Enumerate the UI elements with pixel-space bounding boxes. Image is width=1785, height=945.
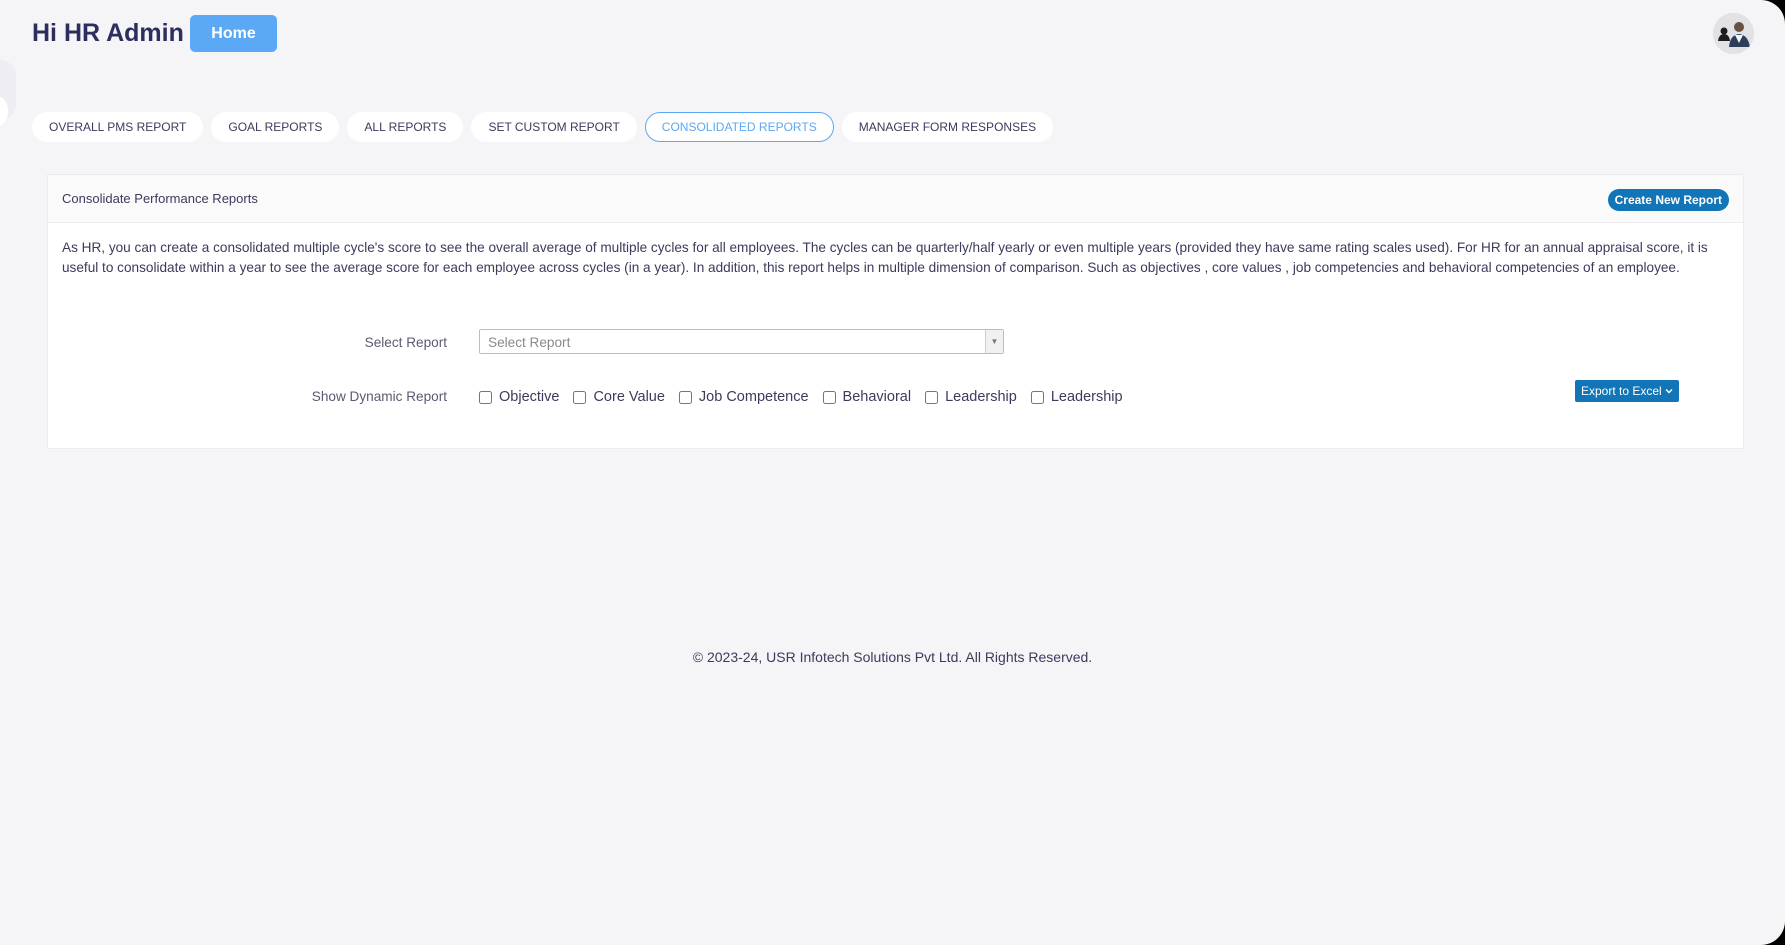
behavioral-option[interactable]: Behavioral <box>822 389 912 405</box>
triangle-down-icon: ▼ <box>985 330 1003 353</box>
export-to-excel-button[interactable]: Export to Excel <box>1575 380 1679 402</box>
leadership-label: Leadership <box>945 389 1017 405</box>
job-competence-label: Job Competence <box>698 389 809 405</box>
card-description: As HR, you can create a consolidated mul… <box>62 240 1708 275</box>
objective-option[interactable]: Objective <box>479 389 559 405</box>
behavioral-checkbox[interactable] <box>822 390 836 404</box>
leadership-label-2: Leadership <box>1050 389 1123 405</box>
core-value-checkbox[interactable] <box>573 390 587 404</box>
tab-overall-pms-report[interactable]: OVERALL PMS REPORT <box>32 112 204 142</box>
core-value-option[interactable]: Core Value <box>573 389 665 405</box>
leadership-checkbox[interactable] <box>925 390 939 404</box>
tab-set-custom-report[interactable]: SET CUSTOM REPORT <box>471 112 637 142</box>
tab-consolidated-reports[interactable]: CONSOLIDATED REPORTS <box>644 112 834 142</box>
footer-copyright: © 2023-24, USR Infotech Solutions Pvt Lt… <box>692 649 1093 665</box>
objective-label: Objective <box>499 389 560 405</box>
tab-all-reports[interactable]: ALL REPORTS <box>347 112 464 142</box>
export-label: Export to Excel <box>1581 384 1662 398</box>
page-greeting: Hi HR Admin <box>32 19 184 47</box>
home-button[interactable]: Home <box>190 15 277 52</box>
job-competence-option[interactable]: Job Competence <box>678 389 809 405</box>
objective-checkbox[interactable] <box>479 390 492 404</box>
show-dynamic-report-label: Show Dynamic Report <box>311 389 447 404</box>
report-tabs: OVERALL PMS REPORT GOAL REPORTS ALL REPO… <box>32 112 1054 142</box>
leadership-option-2[interactable]: Leadership <box>1030 389 1123 405</box>
create-new-report-button[interactable]: Create New Report <box>1607 189 1729 211</box>
tab-goal-reports[interactable]: GOAL REPORTS <box>211 112 340 142</box>
job-competence-checkbox[interactable] <box>678 390 692 404</box>
leadership-checkbox-2[interactable] <box>1030 390 1044 404</box>
chevron-down-icon <box>1665 389 1673 394</box>
dynamic-report-options: Objective Core Value Job Competence Beha… <box>479 389 1123 405</box>
select-report-dropdown[interactable]: Select Report ▼ <box>479 329 1004 354</box>
core-value-label: Core Value <box>593 389 665 405</box>
card-title: Consolidate Performance Reports <box>62 191 258 206</box>
user-avatar-icon <box>1713 13 1754 54</box>
tab-manager-form-responses[interactable]: MANAGER FORM RESPONSES <box>841 112 1054 142</box>
avatar[interactable] <box>1713 13 1754 54</box>
select-report-label: Select Report <box>364 335 447 350</box>
consolidated-report-card: Consolidate Performance Reports Create N… <box>47 174 1744 449</box>
select-report-placeholder: Select Report <box>488 335 571 350</box>
page: Hi HR Admin Home OVERALL PMS REPORT GOAL… <box>0 0 1785 945</box>
card-header: Consolidate Performance Reports Create N… <box>48 175 1743 223</box>
leadership-option[interactable]: Leadership <box>925 389 1017 405</box>
behavioral-label: Behavioral <box>842 389 912 405</box>
